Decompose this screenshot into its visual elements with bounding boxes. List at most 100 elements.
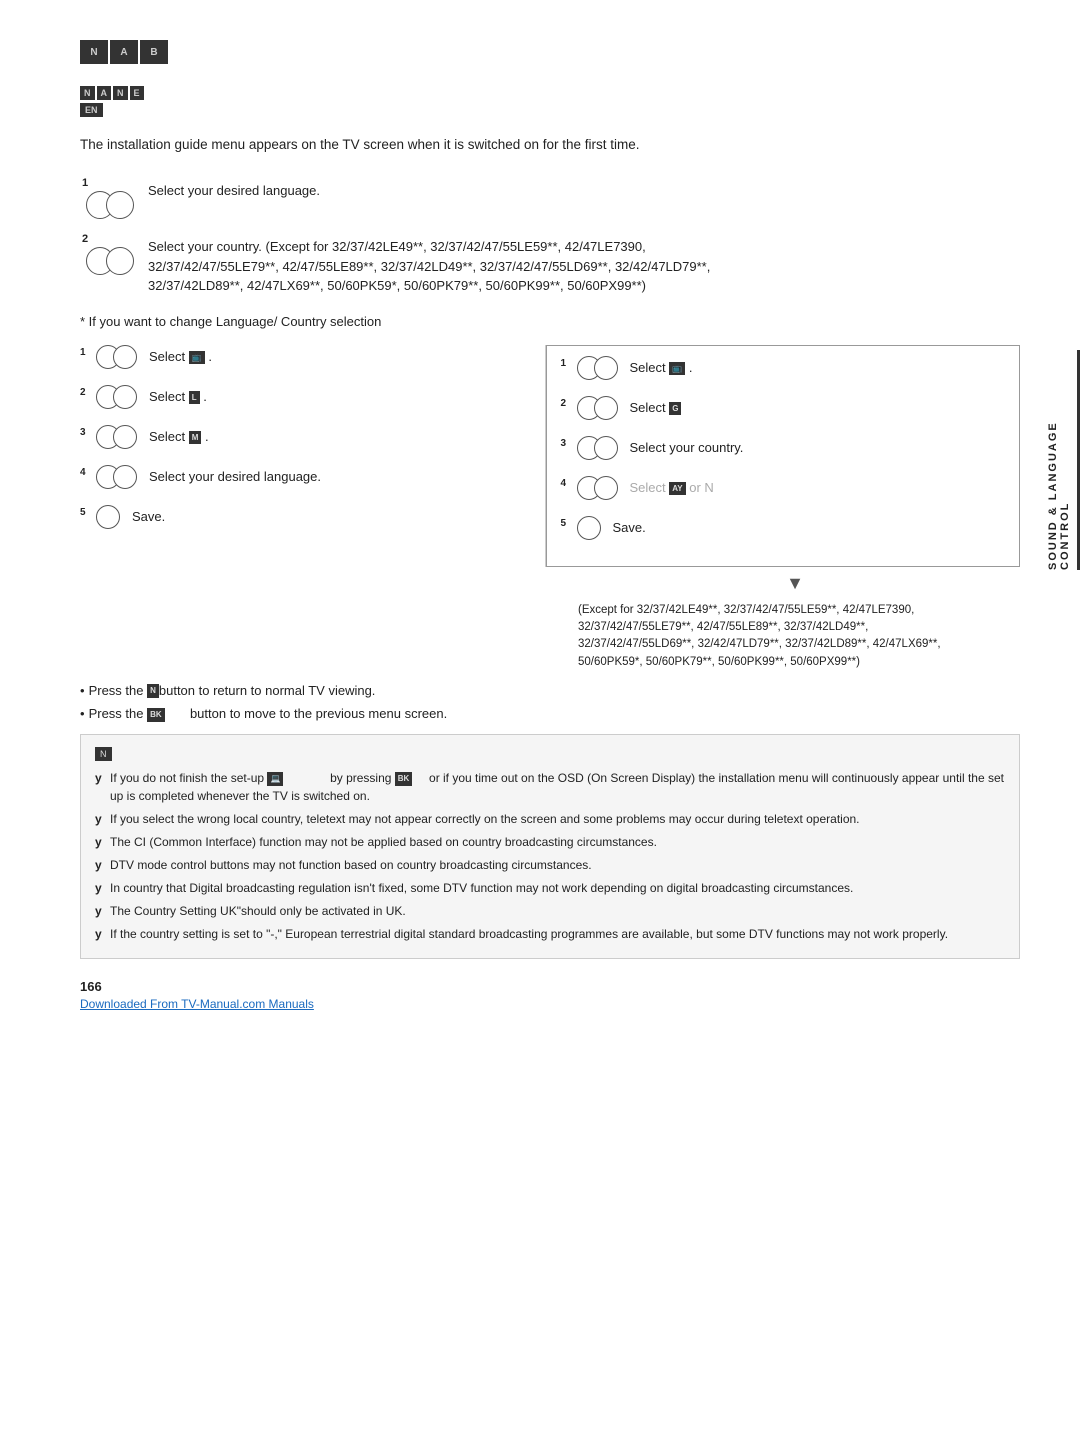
l-step-num-5: 5	[80, 507, 90, 518]
note-y-6: y	[95, 902, 105, 920]
setup-icon: 💻	[267, 772, 283, 786]
menu-icon-l1: 📺	[189, 351, 205, 364]
note-y-2: y	[95, 810, 105, 828]
logo-area: N A B	[80, 40, 1020, 64]
l-circle-5a	[96, 505, 120, 529]
r-step-text-2: Select G	[630, 399, 682, 417]
note-text-5: In country that Digital broadcasting reg…	[110, 879, 853, 897]
l-step-1: 1 Select 📺 .	[80, 345, 525, 369]
note-section: N y If you do not finish the set-up 💻 by…	[80, 734, 1020, 959]
note-text-6: The Country Setting UK"should only be ac…	[110, 902, 406, 920]
note-item-4: y DTV mode control buttons may not funct…	[95, 856, 1005, 874]
l-circles-2	[96, 385, 137, 409]
logo-cell-2: A	[110, 40, 138, 64]
sub-logo-cell-4: E	[130, 86, 144, 100]
l-circle-3b	[113, 425, 137, 449]
r-circles-4	[577, 476, 618, 500]
right-column: 1 Select 📺 . 2 Select G 3	[546, 345, 1021, 567]
step-num-group-1: 1	[80, 177, 140, 219]
l-circle-2b	[113, 385, 137, 409]
bullet-2: • Press the BK button to move to the pre…	[80, 704, 1020, 724]
l-circles-3	[96, 425, 137, 449]
l-circle-1b	[113, 345, 137, 369]
circle-2b	[106, 247, 134, 275]
r-icon-4: AY	[669, 482, 685, 495]
left-column: 1 Select 📺 . 2 Select L . 3	[80, 345, 546, 567]
r-step-num-5: 5	[561, 518, 571, 529]
bk-icon-2: BK	[395, 772, 413, 786]
sidebar-label: SOUND & LANGUAGE CONTROL	[1047, 350, 1080, 570]
step-text-2: Select your country. (Except for 32/37/4…	[148, 233, 1020, 296]
l-circles-4	[96, 465, 137, 489]
l-step-2: 2 Select L .	[80, 385, 525, 409]
bullet-1: • Press the Nbutton to return to normal …	[80, 681, 1020, 701]
l-step-text-1: Select 📺 .	[149, 348, 212, 366]
r-circle-2b	[594, 396, 618, 420]
r-circles-2	[577, 396, 618, 420]
l-step-4: 4 Select your desired language.	[80, 465, 525, 489]
bullet-list: • Press the Nbutton to return to normal …	[80, 681, 1020, 724]
step-row-1: 1 Select your desired language.	[80, 177, 1020, 219]
n-icon: N	[147, 684, 159, 698]
note-item-1: y If you do not finish the set-up 💻 by p…	[95, 769, 1005, 805]
footer-link[interactable]: Downloaded From TV-Manual.com Manuals	[80, 997, 314, 1011]
circles-2	[86, 247, 134, 275]
r-circles-1	[577, 356, 618, 380]
note-y-1: y	[95, 769, 105, 787]
initial-steps: 1 Select your desired language. 2 Select…	[80, 177, 1020, 296]
l-step-num-3: 3	[80, 427, 90, 438]
l-step-text-3: Select M .	[149, 428, 209, 446]
r-step-1: 1 Select 📺 .	[561, 356, 1006, 380]
logo-cell-3: B	[140, 40, 168, 64]
note-list: y If you do not finish the set-up 💻 by p…	[95, 769, 1005, 943]
page-number: 166	[80, 979, 1020, 994]
note-y-4: y	[95, 856, 105, 874]
note-item-6: y The Country Setting UK"should only be …	[95, 902, 1005, 920]
r-step-num-4: 4	[561, 478, 571, 489]
note-text-3: The CI (Common Interface) function may n…	[110, 833, 657, 851]
r-step-4: 4 Select AY or N	[561, 476, 1006, 500]
sub-logo-cell-2: A	[97, 86, 112, 100]
r-step-text-4: Select AY or N	[630, 479, 714, 497]
circles-1	[86, 191, 134, 219]
note-text-1: If you do not finish the set-up 💻 by pre…	[110, 769, 1005, 805]
r-icon-2: G	[669, 402, 681, 415]
arrow-down: ▼	[570, 573, 1020, 594]
sub-note-cell: EN	[80, 103, 103, 117]
l-circle-4b	[113, 465, 137, 489]
sub-logo: N A N E	[80, 86, 144, 100]
r-step-2: 2 Select G	[561, 396, 1006, 420]
l-step-5: 5 Save.	[80, 505, 525, 529]
l-step-text-5: Save.	[132, 508, 165, 526]
logo-cell-1: N	[80, 40, 108, 64]
two-col-layout: 1 Select 📺 . 2 Select L . 3	[80, 345, 1020, 567]
bullet-text-1: Press the Nbutton to return to normal TV…	[89, 681, 376, 701]
note-text-4: DTV mode control buttons may not functio…	[110, 856, 592, 874]
r-circles-5	[577, 516, 601, 540]
r-circle-5a	[577, 516, 601, 540]
r-circle-1b	[594, 356, 618, 380]
r-menu-icon-1: 📺	[669, 362, 685, 375]
circle-1b	[106, 191, 134, 219]
r-step-text-3: Select your country.	[630, 439, 744, 457]
r-step-num-1: 1	[561, 358, 571, 369]
bk-icon: BK	[147, 708, 165, 722]
step-num-group-2: 2	[80, 233, 140, 275]
sub-logo-cell-3: N	[113, 86, 128, 100]
step-row-2: 2 Select your country. (Except for 32/37…	[80, 233, 1020, 296]
l-circles-5	[96, 505, 120, 529]
sub-logo-area: N A N E EN	[80, 84, 1020, 117]
r-step-num-3: 3	[561, 438, 571, 449]
main-logo: N A B	[80, 40, 168, 64]
step-num-2: 2	[82, 233, 88, 245]
l-step-num-1: 1	[80, 347, 90, 358]
change-note: * If you want to change Language/ Countr…	[80, 314, 1020, 329]
note-item-7: y If the country setting is set to "-," …	[95, 925, 1005, 943]
bullet-dot-1: •	[80, 681, 85, 701]
note-item-5: y In country that Digital broadcasting r…	[95, 879, 1005, 897]
except-note: (Except for 32/37/42LE49**, 32/37/42/47/…	[570, 602, 1020, 671]
r-circle-3b	[594, 436, 618, 460]
l-step-num-4: 4	[80, 467, 90, 478]
l-icon-2: L	[189, 391, 200, 404]
l-step-text-2: Select L .	[149, 388, 207, 406]
